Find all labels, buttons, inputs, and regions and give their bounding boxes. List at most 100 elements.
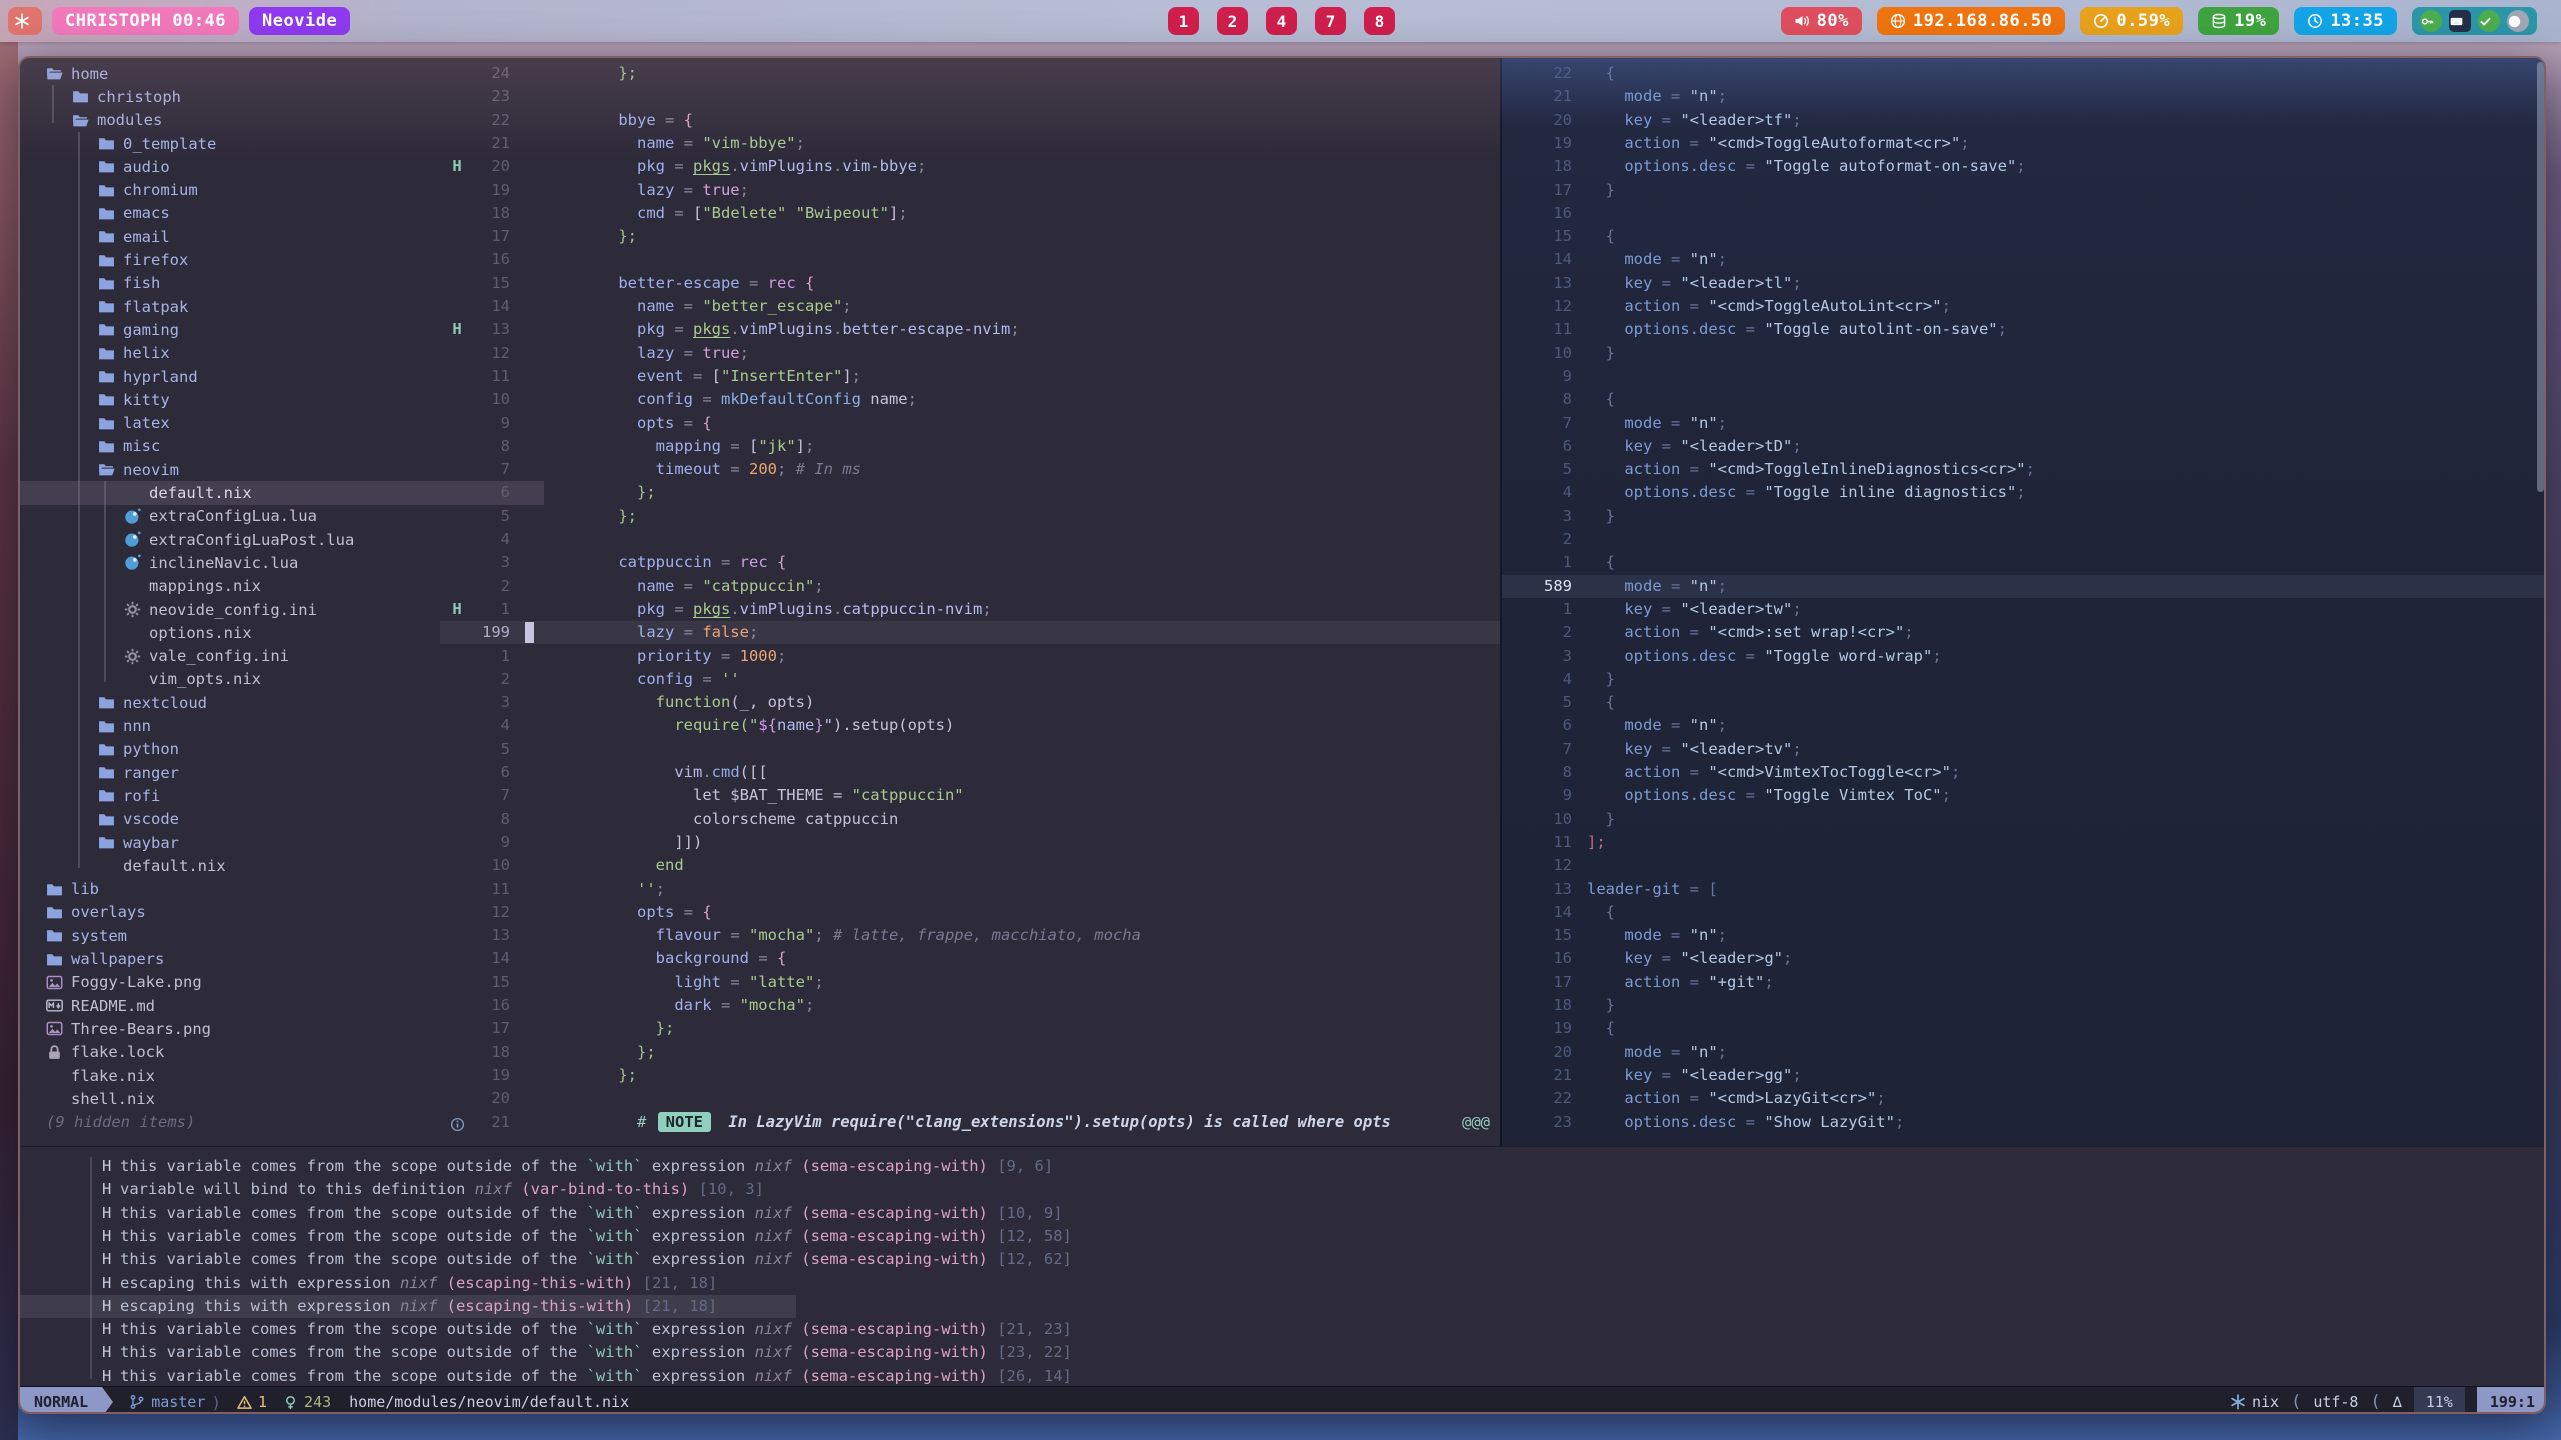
right-editor-line[interactable]: 4 } (1502, 668, 2546, 691)
right-editor-line[interactable]: 22 { (1502, 62, 2546, 85)
tree-item-shell.nix[interactable]: shell.nix (20, 1087, 466, 1110)
workspace-button-7[interactable]: 7 (1315, 7, 1346, 35)
right-editor-line[interactable]: 17 action = "+git"; (1502, 971, 2546, 994)
right-editor-line[interactable]: 22 action = "<cmd>LazyGit<cr>"; (1502, 1087, 2546, 1110)
left-editor-line[interactable]: 3 catppuccin = rec { (440, 551, 1500, 574)
left-editor-line[interactable]: 8 mapping = ["jk"]; (440, 435, 1500, 458)
right-editor-line[interactable]: 21 mode = "n"; (1502, 85, 2546, 108)
left-editor-line[interactable]: 16 (440, 248, 1500, 271)
left-editor-line[interactable]: 1 priority = 1000; (440, 645, 1500, 668)
left-editor-line[interactable]: 7 timeout = 200; # In ms (440, 458, 1500, 481)
diagnostic-row[interactable]: Hescaping this with expression nixf (esc… (20, 1272, 2546, 1295)
left-editor-line[interactable]: 4 require("${name}").setup(opts) (440, 714, 1500, 737)
left-editor-line[interactable]: 16 dark = "mocha"; (440, 994, 1500, 1017)
left-editor-line[interactable]: 12 opts = { (440, 901, 1500, 924)
right-editor-line[interactable]: 11 options.desc = "Toggle autolint-on-sa… (1502, 318, 2546, 341)
right-editor-line[interactable]: 12 (1502, 854, 2546, 877)
diagnostic-row[interactable]: Hthis variable comes from the scope outs… (20, 1225, 2546, 1248)
tree-item-lib[interactable]: lib (20, 878, 466, 901)
diagnostic-row[interactable]: Hthis variable comes from the scope outs… (20, 1248, 2546, 1271)
left-editor-line[interactable]: 11 ''; (440, 878, 1500, 901)
clock-indicator[interactable]: 13:35 (2294, 7, 2397, 35)
right-editor-line[interactable]: 19 { (1502, 1017, 2546, 1040)
right-editor-line[interactable]: 3 options.desc = "Toggle word-wrap"; (1502, 645, 2546, 668)
left-editor-line[interactable]: 19 }; (440, 1064, 1500, 1087)
diagnostic-row[interactable]: Hescaping this with expression nixf (esc… (20, 1295, 796, 1318)
right-editor-line[interactable]: 1 key = "<leader>tw"; (1502, 598, 2546, 621)
tree-item-home[interactable]: home (20, 62, 466, 85)
workspace-button-4[interactable]: 4 (1266, 7, 1297, 35)
volume-indicator[interactable]: 80% (1781, 7, 1862, 35)
left-editor-line[interactable]: 4 (440, 528, 1500, 551)
left-editor-line[interactable]: 18 }; (440, 1041, 1500, 1064)
right-editor-line[interactable]: 23 options.desc = "Show LazyGit"; (1502, 1111, 2546, 1134)
tree-item-modules[interactable]: modules (20, 109, 492, 132)
diagnostic-row[interactable]: Hthis variable comes from the scope outs… (20, 1202, 2546, 1225)
right-editor-line[interactable]: 7 mode = "n"; (1502, 412, 2546, 435)
left-editor-line[interactable]: 14 background = { (440, 947, 1500, 970)
cpu-indicator[interactable]: 0.59% (2080, 7, 2183, 35)
right-editor-line[interactable]: 14 mode = "n"; (1502, 248, 2546, 271)
right-editor-line[interactable]: 10 } (1502, 342, 2546, 365)
right-editor-line[interactable]: 1 { (1502, 551, 2546, 574)
left-editor-line[interactable]: 22 bbye = { (440, 109, 1500, 132)
tray-key-icon[interactable] (2420, 10, 2442, 32)
tree-item-overlays[interactable]: overlays (20, 901, 466, 924)
right-editor-line[interactable]: 16 (1502, 202, 2546, 225)
right-editor-line[interactable]: 15 mode = "n"; (1502, 924, 2546, 947)
tree-item-flake.lock[interactable]: flake.lock (20, 1041, 466, 1064)
diagnostic-row[interactable]: Hthis variable comes from the scope outs… (20, 1341, 2546, 1364)
right-editor-line[interactable]: 12 action = "<cmd>ToggleAutoLint<cr>"; (1502, 295, 2546, 318)
diagnostic-row[interactable]: Hthis variable comes from the scope outs… (20, 1155, 2546, 1178)
right-editor-line[interactable]: 13leader-git = [ (1502, 878, 2546, 901)
right-editor-line[interactable]: 13 key = "<leader>tl"; (1502, 272, 2546, 295)
right-editor-line[interactable]: 6 key = "<leader>tD"; (1502, 435, 2546, 458)
left-editor-line[interactable]: 20 (440, 1087, 1500, 1110)
tree-item-README.md[interactable]: README.md (20, 994, 466, 1017)
right-editor-line[interactable]: 9 (1502, 365, 2546, 388)
right-editor-line[interactable]: 2 (1502, 528, 2546, 551)
left-editor-line[interactable]: 11 event = ["InsertEnter"]; (440, 365, 1500, 388)
tray-keyboard-icon[interactable] (2449, 10, 2471, 32)
right-editor-line[interactable]: 16 key = "<leader>g"; (1502, 947, 2546, 970)
right-editor-line[interactable]: 6 mode = "n"; (1502, 714, 2546, 737)
right-editor-line[interactable]: 14 { (1502, 901, 2546, 924)
left-editor-line[interactable]: 19 lazy = true; (440, 179, 1500, 202)
network-indicator[interactable]: 192.168.86.50 (1877, 7, 2066, 35)
left-editor-line[interactable]: 2 config = '' (440, 668, 1500, 691)
left-editor-line[interactable]: 9 opts = { (440, 412, 1500, 435)
right-editor-line[interactable]: 5 action = "<cmd>ToggleInlineDiagnostics… (1502, 458, 2546, 481)
left-editor-line[interactable]: 24 }; (440, 62, 1500, 85)
left-editor-line[interactable]: 7 let $BAT_THEME = "catppuccin" (440, 784, 1500, 807)
left-editor-line[interactable]: 8 colorscheme catppuccin (440, 808, 1500, 831)
right-editor-line[interactable]: 4 options.desc = "Toggle inline diagnost… (1502, 481, 2546, 504)
right-editor-line[interactable]: 8 { (1502, 388, 2546, 411)
right-editor-line[interactable]: 9 options.desc = "Toggle Vimtex ToC"; (1502, 784, 2546, 807)
right-editor-line[interactable]: 21 key = "<leader>gg"; (1502, 1064, 2546, 1087)
right-editor-line[interactable]: 3 } (1502, 505, 2546, 528)
right-editor-line[interactable]: 11]; (1502, 831, 2546, 854)
left-editor-line[interactable]: 21 name = "vim-bbye"; (440, 132, 1500, 155)
tree-item-Three-Bears.png[interactable]: Three-Bears.png (20, 1017, 466, 1040)
right-editor-line[interactable]: 2 action = "<cmd>:set wrap!<cr>"; (1502, 621, 2546, 644)
right-editor-line[interactable]: 20 mode = "n"; (1502, 1041, 2546, 1064)
left-editor-line[interactable]: 17 }; (440, 1017, 1500, 1040)
right-editor-line[interactable]: 19 action = "<cmd>ToggleAutoformat<cr>"; (1502, 132, 2546, 155)
tree-item-christoph[interactable]: christoph (20, 85, 492, 108)
right-editor-line[interactable]: 18 } (1502, 994, 2546, 1017)
tree-item-wallpapers[interactable]: wallpapers (20, 947, 466, 970)
left-editor-line[interactable]: 5 }; (440, 505, 1500, 528)
user-clock-badge[interactable]: CHRISTOPH 00:46 (52, 7, 239, 35)
left-editor-line[interactable]: 199 lazy = false; (440, 621, 1500, 644)
left-editor-line[interactable]: 9 ]]) (440, 831, 1500, 854)
workspace-button-2[interactable]: 2 (1217, 7, 1248, 35)
tray-spotify-icon[interactable] (2507, 10, 2529, 32)
right-editor-line[interactable]: 20 key = "<leader>tf"; (1502, 109, 2546, 132)
right-pane-scrollbar[interactable] (2537, 62, 2544, 492)
left-editor-line[interactable]: 10 end (440, 854, 1500, 877)
left-editor-line[interactable]: 15 light = "latte"; (440, 971, 1500, 994)
app-badge-neovide[interactable]: Neovide (249, 7, 350, 35)
right-editor-line[interactable]: 10 } (1502, 808, 2546, 831)
left-editor-line[interactable]: 3 function(_, opts) (440, 691, 1500, 714)
workspace-button-1[interactable]: 1 (1168, 7, 1199, 35)
